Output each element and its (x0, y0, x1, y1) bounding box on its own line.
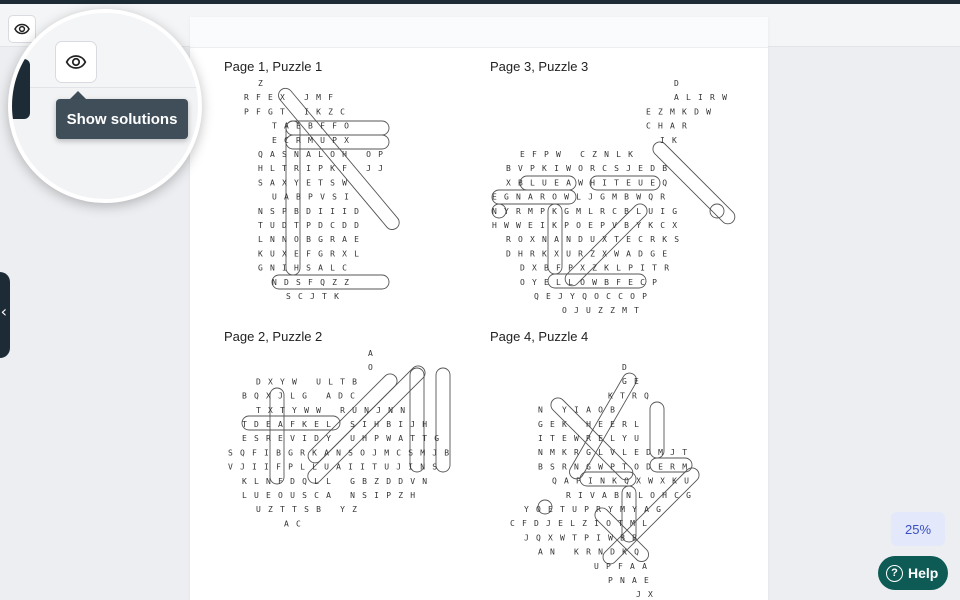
p2-row-8: VJIIFPLLUAIITUJINS (228, 463, 444, 472)
magnifier-callout: Show solutions (8, 9, 202, 203)
p1-row-2: PFGT IKZC (244, 107, 352, 116)
p1-row-9: NSPBDIIID (258, 207, 366, 216)
tooltip-arrow (70, 91, 86, 99)
p1-row-5: QASNALOH OP (258, 150, 390, 159)
p4-row-11: CFDJELZIOTML (510, 519, 654, 528)
puzzle-4-title: Page 4, Puzzle 4 (490, 329, 589, 344)
p3-row-14: OYELLOWBFECP (520, 278, 664, 287)
p1-row-10: TUDTPDCDD (258, 221, 366, 230)
magnified-show-solutions-button[interactable] (55, 41, 97, 83)
p4-row-10: YOETUPRYMYAG (524, 505, 668, 514)
p4-row-6: NMKRGLVLEDMJT (538, 448, 694, 457)
help-button[interactable]: ? Help (878, 556, 948, 590)
p1-row-3: TAEBFFO (272, 122, 356, 131)
p1-row-14: NDSFQZZ (272, 278, 356, 287)
p1-row-12: KUXEFGRXL (258, 249, 366, 258)
p2-row-10: LUEOUSCA NSIPZH (242, 491, 422, 500)
p1-row-8: UABPVSI (272, 193, 356, 202)
p3-row-16: OJUZZMT (562, 306, 646, 315)
help-label: Help (908, 565, 939, 581)
p2-row-11: UZTTSB YZ (256, 505, 364, 514)
p2-row-3: BQXJLG ADC (242, 392, 362, 401)
p2-row-4: TXTYWW RUNJNN (256, 406, 412, 415)
p3-row-5: EFPW CZNLK (520, 150, 640, 159)
p1-row-15: SCJTK (286, 292, 346, 301)
puzzle-2-title: Page 2, Puzzle 2 (224, 329, 323, 344)
p4-row-5: ITEWRELYU (538, 434, 646, 443)
p3-row-8: EGNAROWLJGMBWQR (492, 193, 672, 202)
p3-row-10: HWWEIKPOEPVBYKCX (492, 221, 684, 230)
zoom-level-button[interactable]: 25% (891, 512, 945, 546)
p3-row-7: XBLUEAWHITEUEQ (506, 178, 674, 187)
puzzle-1-grid: Z RFEX JMF PFGT IKZC TAEBFFO ECRMUPX QASNALOH… (244, 79, 400, 301)
eye-icon (65, 55, 87, 69)
p3-row-9: NYRMPKGMLRCBLUIG (492, 207, 684, 216)
chevron-left-icon: ‹ (0, 302, 7, 321)
p3-row-4: IK (660, 136, 684, 145)
p2-row-1: O (368, 363, 380, 372)
p4-row-3: N YIAOB (538, 406, 622, 415)
p4-row-8: QAPINKQXWXKU (552, 477, 696, 486)
p2-row-7: SQFIBGRKANSOJMCSMJB (228, 448, 456, 457)
puzzle-3-grid: D ALIRW EZMKDW CHAR IK EFPW CZNLK BVPKIWORCSJE… (491, 79, 736, 315)
p3-row-0: D (674, 79, 686, 88)
p4-row-14: UPFAA (594, 562, 654, 571)
p4-row-9: RIVABNLOHCG (566, 491, 698, 500)
p4-row-4: GEK HEERL (538, 420, 646, 429)
p1-row-11: LNNOBGRAE (258, 235, 366, 244)
p4-row-0: D (622, 363, 634, 372)
p3-row-13: DXBFPXZKLPITR (520, 264, 676, 273)
p4-row-12: JQXWTPIWBB (524, 533, 644, 542)
p4-row-2: KTRQ (608, 391, 656, 400)
p2-row-2: DXYW ULTB (256, 377, 364, 386)
p1-row-1: RFEX JMF (244, 93, 340, 102)
p1-row-6: HLTRIPKF JJ (258, 164, 390, 173)
puzzle-2-grid: AO DXYW ULTB BQXJLG ADC TXTYWW RUNJNN TDEAFK… (228, 349, 456, 528)
p1-row-13: GNIHSALC (258, 264, 354, 273)
p3-row-6: BVPKIWORCSJEDB (506, 164, 674, 173)
p3-row-2: EZMKDW (646, 107, 718, 116)
p2-row-0: A (368, 349, 380, 358)
p1-row-4: ECRMUPX (272, 136, 356, 145)
p3-row-12: DHRKXURZXWADGE (506, 249, 674, 258)
p2-row-9: KLNFDQLL GBZDDVN (242, 477, 434, 486)
p2-row-6: ESREVIDY UHPWATTG (242, 434, 446, 443)
p2-row-12: AC (284, 519, 308, 528)
p3-row-3: CHAR (646, 122, 694, 131)
question-icon: ? (886, 564, 903, 582)
p3-row-11: ROXNANDUXTECRKS (506, 235, 686, 244)
magnified-toolbar (12, 13, 198, 88)
puzzle-3-title: Page 3, Puzzle 3 (490, 59, 589, 74)
p3-row-1: ALIRW (674, 93, 734, 102)
puzzle-1-title: Page 1, Puzzle 1 (224, 59, 323, 74)
p4-row-16: JX (636, 590, 660, 599)
magnified-sidebar-edge (12, 59, 30, 119)
p2-row-5: TDEAFKEL SIHBIJH (242, 420, 434, 429)
p1-row-7: SAXYETSW (258, 178, 354, 187)
p4-row-15: PNAE (608, 576, 656, 585)
p4-row-7: BSRNGWPTODERM (538, 462, 694, 471)
p4-row-1: GE (622, 377, 646, 386)
collapse-sidebar-tab[interactable]: ‹ (0, 272, 10, 358)
p1-row-0: Z (258, 79, 270, 88)
puzzle-4-grid: D GE KTRQ N YIAOB GEK HEERL ITEWRELYU NMKRGLVL… (510, 363, 700, 599)
p3-row-15: QEJYQOCCOP (534, 292, 654, 301)
page-header-band (190, 17, 768, 48)
show-solutions-tooltip: Show solutions (56, 99, 188, 139)
p4-row-13: AN KRNDKQ (538, 548, 646, 557)
